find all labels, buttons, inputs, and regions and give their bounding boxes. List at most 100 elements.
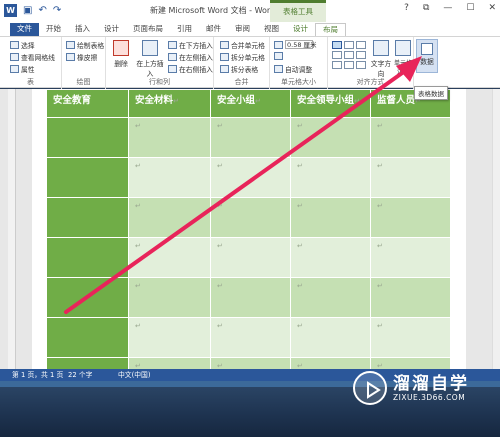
ribbon-display-icon[interactable]: ⧉ [423, 3, 429, 13]
text-direction-button[interactable]: 文字方向 [368, 40, 394, 78]
close-icon[interactable]: ✕ [488, 3, 496, 13]
table-cell[interactable]: ↵ [370, 277, 451, 318]
eraser-button[interactable]: 橡皮擦 [66, 52, 97, 62]
tab-design[interactable]: 设计 [97, 23, 126, 36]
table-cell[interactable]: ↵ [370, 197, 451, 238]
table-cell[interactable]: ↵ [210, 237, 291, 278]
redo-icon[interactable]: ↷ [53, 4, 61, 17]
table-cell[interactable]: ↵ [290, 197, 371, 238]
table-cell[interactable] [46, 277, 129, 318]
table-cell[interactable]: ↵ [210, 197, 291, 238]
safety-table[interactable]: 安全教育 安全材料↵ 安全小组↵ 安全领导小组↵ 监督人员↵ ↵ ↵ ↵ ↵ ↵ ↵ ↵ ↵ ↵… [46, 89, 451, 398]
tab-review[interactable]: 审阅 [228, 23, 257, 36]
tab-insert[interactable]: 插入 [68, 23, 97, 36]
header-cell[interactable]: 安全教育 [46, 89, 129, 118]
table-cell[interactable] [46, 197, 129, 238]
data-button[interactable]: 数据 [416, 39, 438, 73]
autofit-button[interactable]: 自动调整 [274, 64, 312, 74]
tab-page-layout[interactable]: 页面布局 [126, 23, 170, 36]
tab-table-design[interactable]: 设计 [286, 23, 315, 36]
col-width-field[interactable] [274, 52, 283, 60]
align-top-center-icon[interactable] [344, 41, 354, 49]
minimize-icon[interactable]: — [443, 3, 452, 13]
table-cell[interactable]: ↵ [210, 277, 291, 318]
table-cell[interactable] [46, 237, 129, 278]
properties-button[interactable]: 属性 [10, 64, 35, 74]
watermark-logo-icon [353, 371, 387, 405]
delete-button[interactable]: 删除 [108, 40, 134, 68]
split-table-button[interactable]: 拆分表格 [220, 64, 258, 74]
watermark-url: ZIXUE.3D66.COM [393, 393, 466, 402]
vertical-scrollbar[interactable] [492, 89, 500, 369]
tab-home[interactable]: 开始 [39, 23, 68, 36]
table-cell[interactable]: ↵ [370, 117, 451, 158]
tab-view[interactable]: 视图 [257, 23, 286, 36]
align-bottom-center-icon[interactable] [344, 61, 354, 69]
table-cell[interactable]: ↵ [128, 317, 211, 358]
header-cell[interactable]: 安全小组↵ [210, 89, 291, 118]
insert-below-button[interactable]: 在下方插入 [168, 40, 213, 50]
language-indicator[interactable]: 中文(中国) [118, 369, 151, 381]
save-icon[interactable]: ▣ [23, 4, 32, 17]
cell-end-mark: ↵ [217, 322, 223, 330]
table-cell[interactable]: ↵ [128, 237, 211, 278]
table-row: ↵ ↵ ↵ ↵ [46, 197, 451, 238]
tab-mailings[interactable]: 邮件 [199, 23, 228, 36]
table-cell[interactable]: ↵ [290, 157, 371, 198]
align-bottom-left-icon[interactable] [332, 61, 342, 69]
page-count[interactable]: 第 1 页，共 1 页 [12, 369, 63, 381]
maximize-icon[interactable]: ☐ [466, 3, 474, 13]
table-cell[interactable]: ↵ [210, 117, 291, 158]
insert-right-button[interactable]: 在右侧插入 [168, 64, 213, 74]
header-cell[interactable]: 安全领导小组↵ [290, 89, 371, 118]
tab-table-layout[interactable]: 布局 [315, 23, 346, 36]
table-cell[interactable]: ↵ [128, 277, 211, 318]
table-cell[interactable]: ↵ [290, 117, 371, 158]
table-cell[interactable] [46, 117, 129, 158]
split-cells-button[interactable]: 拆分单元格 [220, 52, 265, 62]
header-cell[interactable]: 安全材料↵ [128, 89, 211, 118]
insert-below-icon [168, 41, 177, 49]
table-row: ↵ ↵ ↵ ↵ [46, 277, 451, 318]
merge-cells-button[interactable]: 合并单元格 [220, 40, 265, 50]
table-cell[interactable] [46, 157, 129, 198]
table-cell[interactable]: ↵ [290, 237, 371, 278]
view-gridlines-button[interactable]: 查看网格线 [10, 52, 55, 62]
word-count[interactable]: 22 个字 [68, 369, 92, 381]
insert-above-button[interactable]: 在上方插入 [134, 40, 166, 78]
help-icon[interactable]: ? [404, 3, 409, 13]
window-title: 新建 Microsoft Word 文档 - Word [150, 6, 276, 15]
insert-left-button[interactable]: 在左侧插入 [168, 52, 213, 62]
draw-table-button[interactable]: 绘制表格 [66, 40, 104, 50]
table-cell[interactable]: ↵ [370, 317, 451, 358]
align-middle-left-icon[interactable] [332, 51, 342, 59]
table-cell[interactable]: ↵ [210, 157, 291, 198]
select-button[interactable]: 选择 [10, 40, 35, 50]
table-cell[interactable]: ↵ [128, 117, 211, 158]
document-page[interactable]: 安全教育 安全材料↵ 安全小组↵ 安全领导小组↵ 监督人员↵ ↵ ↵ ↵ ↵ ↵ ↵ ↵ ↵ ↵… [32, 89, 466, 398]
tab-references[interactable]: 引用 [170, 23, 199, 36]
table-cell[interactable]: ↵ [290, 317, 371, 358]
align-middle-center-icon[interactable] [344, 51, 354, 59]
table-cell[interactable] [46, 317, 129, 358]
cell-end-mark: ↵ [377, 242, 383, 250]
table-cell[interactable]: ↵ [128, 197, 211, 238]
table-cell[interactable]: ↵ [128, 157, 211, 198]
data-button-label: 数据 [420, 58, 434, 66]
tab-file[interactable]: 文件 [10, 23, 39, 36]
align-top-left-icon[interactable] [332, 41, 342, 49]
cell-margins-button[interactable]: 单元格边距 [392, 40, 414, 76]
cell-end-mark: ↵ [297, 322, 303, 330]
align-top-right-icon[interactable] [356, 41, 366, 49]
cell-end-mark: ↵ [217, 282, 223, 290]
row-height-input[interactable]: 0.58 厘米 [285, 40, 317, 49]
align-middle-right-icon[interactable] [356, 51, 366, 59]
table-cell[interactable]: ↵ [290, 277, 371, 318]
align-bottom-right-icon[interactable] [356, 61, 366, 69]
table-cell[interactable]: ↵ [370, 237, 451, 278]
cell-end-mark: ↵ [377, 322, 383, 330]
undo-icon[interactable]: ↶ [38, 4, 46, 17]
table-cell[interactable]: ↵ [370, 157, 451, 198]
table-cell[interactable]: ↵ [210, 317, 291, 358]
row-height-field[interactable]: 0.58 厘米 [274, 40, 317, 49]
